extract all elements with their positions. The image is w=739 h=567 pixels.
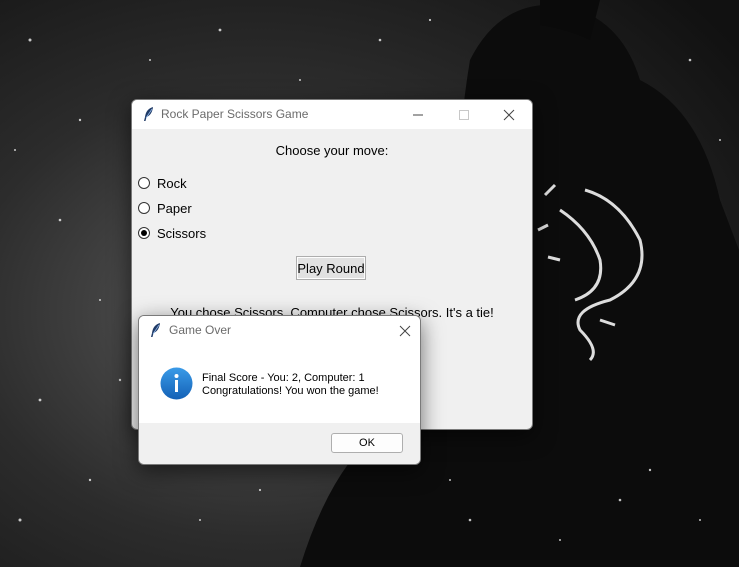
move-prompt: Choose your move: (275, 143, 389, 158)
dialog-footer: OK (139, 423, 420, 464)
dialog-body: Final Score - You: 2, Computer: 1 Congra… (139, 345, 420, 423)
radio-label-scissors: Scissors (157, 225, 207, 241)
window-title: Rock Paper Scissors Game (161, 107, 309, 121)
ok-button[interactable]: OK (331, 433, 403, 453)
close-icon (503, 109, 515, 121)
radio-button[interactable] (138, 177, 150, 189)
game-window-titlebar[interactable]: Rock Paper Scissors Game (132, 100, 532, 129)
radio-button[interactable] (138, 202, 150, 214)
play-round-button[interactable]: Play Round (296, 256, 366, 280)
radio-rock[interactable]: Rock (138, 174, 187, 192)
maximize-icon (459, 110, 469, 120)
radio-label-rock: Rock (157, 175, 187, 191)
game-over-dialog: Game Over Final Score - You: 2, Computer… (138, 315, 421, 465)
dialog-title: Game Over (169, 323, 232, 337)
close-button[interactable] (486, 100, 532, 129)
feather-icon (144, 107, 153, 121)
feather-icon (151, 323, 160, 337)
dialog-message: Final Score - You: 2, Computer: 1 Congra… (202, 372, 379, 398)
minimize-button[interactable] (395, 100, 441, 129)
radio-label-paper: Paper (157, 200, 192, 216)
dialog-titlebar[interactable]: Game Over (139, 316, 420, 345)
close-icon (399, 325, 411, 337)
maximize-button[interactable] (441, 100, 487, 129)
congratulations-text: Congratulations! You won the game! (202, 385, 379, 397)
radio-button-selected[interactable] (138, 227, 150, 239)
dialog-close-button[interactable] (382, 316, 420, 345)
info-icon (160, 367, 193, 400)
minimize-icon (413, 114, 423, 116)
radio-paper[interactable]: Paper (138, 199, 192, 217)
final-score-text: Final Score - You: 2, Computer: 1 (202, 372, 365, 384)
radio-scissors[interactable]: Scissors (138, 224, 206, 242)
